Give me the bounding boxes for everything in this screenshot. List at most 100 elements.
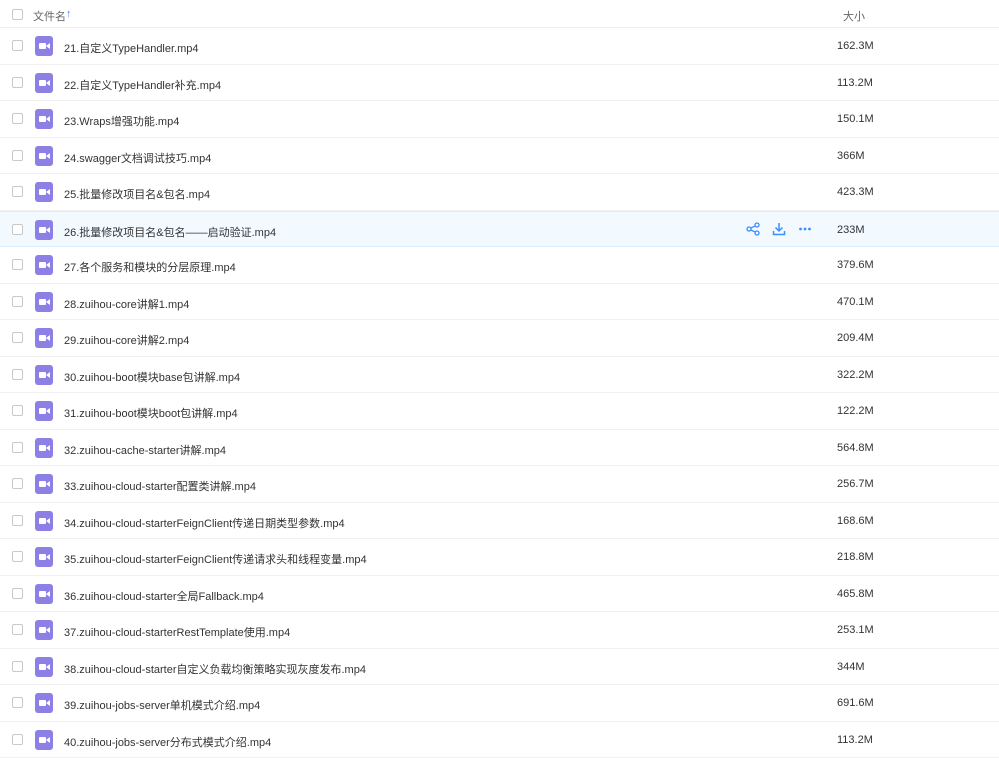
file-row[interactable]: 24.swagger文档调试技巧.mp4 366M bbox=[0, 138, 999, 175]
row-actions bbox=[746, 222, 812, 236]
file-size: 168.6M bbox=[837, 515, 874, 527]
file-name-link[interactable]: 33.zuihou-cloud-starter配置类讲解.mp4 bbox=[64, 478, 256, 494]
file-size: 322.2M bbox=[837, 369, 874, 381]
file-name-link[interactable]: 27.各个服务和模块的分层原理.mp4 bbox=[64, 259, 236, 275]
row-checkbox[interactable] bbox=[12, 405, 23, 416]
column-header-name[interactable]: 文件名 bbox=[33, 8, 66, 24]
file-name-link[interactable]: 34.zuihou-cloud-starterFeignClient传递日期类型… bbox=[64, 515, 345, 531]
row-checkbox[interactable] bbox=[12, 624, 23, 635]
row-checkbox[interactable] bbox=[12, 551, 23, 562]
file-name-link[interactable]: 23.Wraps增强功能.mp4 bbox=[64, 113, 179, 129]
file-size: 253.1M bbox=[837, 624, 874, 636]
file-size: 256.7M bbox=[837, 478, 874, 490]
video-file-icon bbox=[35, 146, 53, 166]
file-row[interactable]: 27.各个服务和模块的分层原理.mp4 379.6M bbox=[0, 247, 999, 284]
video-file-icon bbox=[35, 547, 53, 567]
file-list-header: 文件名 ↑ 大小 bbox=[0, 0, 999, 28]
file-size: 366M bbox=[837, 150, 865, 162]
file-row[interactable]: 40.zuihou-jobs-server分布式模式介绍.mp4 113.2M bbox=[0, 722, 999, 758]
file-size: 470.1M bbox=[837, 296, 874, 308]
row-checkbox[interactable] bbox=[12, 588, 23, 599]
video-file-icon bbox=[35, 182, 53, 202]
row-checkbox[interactable] bbox=[12, 661, 23, 672]
row-checkbox[interactable] bbox=[12, 150, 23, 161]
row-checkbox[interactable] bbox=[12, 515, 23, 526]
file-name-link[interactable]: 28.zuihou-core讲解1.mp4 bbox=[64, 296, 189, 312]
file-size: 218.8M bbox=[837, 551, 874, 563]
row-checkbox[interactable] bbox=[12, 296, 23, 307]
row-checkbox[interactable] bbox=[12, 77, 23, 88]
file-size: 691.6M bbox=[837, 697, 874, 709]
row-checkbox[interactable] bbox=[12, 442, 23, 453]
video-file-icon bbox=[35, 328, 53, 348]
file-size: 162.3M bbox=[837, 40, 874, 52]
file-row[interactable]: 31.zuihou-boot模块boot包讲解.mp4 122.2M bbox=[0, 393, 999, 430]
file-name-link[interactable]: 25.批量修改项目名&包名.mp4 bbox=[64, 186, 210, 202]
file-row[interactable]: 38.zuihou-cloud-starter自定义负载均衡策略实现灰度发布.m… bbox=[0, 649, 999, 686]
video-file-icon bbox=[35, 255, 53, 275]
file-row[interactable]: 32.zuihou-cache-starter讲解.mp4 564.8M bbox=[0, 430, 999, 467]
video-file-icon bbox=[35, 620, 53, 640]
video-file-icon bbox=[35, 730, 53, 750]
video-file-icon bbox=[35, 584, 53, 604]
file-size: 113.2M bbox=[837, 734, 873, 746]
file-row[interactable]: 35.zuihou-cloud-starterFeignClient传递请求头和… bbox=[0, 539, 999, 576]
file-name-link[interactable]: 38.zuihou-cloud-starter自定义负载均衡策略实现灰度发布.m… bbox=[64, 661, 366, 677]
video-file-icon bbox=[35, 693, 53, 713]
file-row[interactable]: 33.zuihou-cloud-starter配置类讲解.mp4 256.7M bbox=[0, 466, 999, 503]
file-size: 564.8M bbox=[837, 442, 874, 454]
sort-ascending-icon[interactable]: ↑ bbox=[66, 8, 72, 20]
file-size: 122.2M bbox=[837, 405, 874, 417]
file-name-link[interactable]: 22.自定义TypeHandler补充.mp4 bbox=[64, 77, 221, 93]
file-name-link[interactable]: 37.zuihou-cloud-starterRestTemplate使用.mp… bbox=[64, 624, 290, 640]
file-size: 465.8M bbox=[837, 588, 874, 600]
file-row[interactable]: 30.zuihou-boot模块base包讲解.mp4 322.2M bbox=[0, 357, 999, 394]
file-name-link[interactable]: 21.自定义TypeHandler.mp4 bbox=[64, 40, 199, 56]
video-file-icon bbox=[35, 73, 53, 93]
row-checkbox[interactable] bbox=[12, 369, 23, 380]
row-checkbox[interactable] bbox=[12, 478, 23, 489]
file-name-link[interactable]: 32.zuihou-cache-starter讲解.mp4 bbox=[64, 442, 226, 458]
file-size: 150.1M bbox=[837, 113, 874, 125]
file-size: 233M bbox=[837, 224, 865, 236]
row-checkbox[interactable] bbox=[12, 332, 23, 343]
file-size: 209.4M bbox=[837, 332, 874, 344]
file-row[interactable]: 25.批量修改项目名&包名.mp4 423.3M bbox=[0, 174, 999, 211]
video-file-icon bbox=[35, 220, 53, 240]
file-size: 423.3M bbox=[837, 186, 874, 198]
file-name-link[interactable]: 24.swagger文档调试技巧.mp4 bbox=[64, 150, 211, 166]
share-icon[interactable] bbox=[746, 222, 760, 236]
file-row[interactable]: 23.Wraps增强功能.mp4 150.1M bbox=[0, 101, 999, 138]
file-row[interactable]: 34.zuihou-cloud-starterFeignClient传递日期类型… bbox=[0, 503, 999, 540]
file-name-link[interactable]: 26.批量修改项目名&包名——启动验证.mp4 bbox=[64, 224, 276, 240]
more-icon[interactable] bbox=[798, 222, 812, 236]
download-icon[interactable] bbox=[772, 222, 786, 236]
file-name-link[interactable]: 36.zuihou-cloud-starter全局Fallback.mp4 bbox=[64, 588, 264, 604]
row-checkbox[interactable] bbox=[12, 259, 23, 270]
file-size: 379.6M bbox=[837, 259, 874, 271]
file-name-link[interactable]: 35.zuihou-cloud-starterFeignClient传递请求头和… bbox=[64, 551, 367, 567]
row-checkbox[interactable] bbox=[12, 186, 23, 197]
file-row[interactable]: 37.zuihou-cloud-starterRestTemplate使用.mp… bbox=[0, 612, 999, 649]
column-header-size[interactable]: 大小 bbox=[843, 8, 865, 24]
file-row[interactable]: 36.zuihou-cloud-starter全局Fallback.mp4 465… bbox=[0, 576, 999, 613]
row-checkbox[interactable] bbox=[12, 224, 23, 235]
row-checkbox[interactable] bbox=[12, 734, 23, 745]
video-file-icon bbox=[35, 36, 53, 56]
row-checkbox[interactable] bbox=[12, 113, 23, 124]
file-size: 113.2M bbox=[837, 77, 873, 89]
file-name-link[interactable]: 29.zuihou-core讲解2.mp4 bbox=[64, 332, 189, 348]
file-row[interactable]: 29.zuihou-core讲解2.mp4 209.4M bbox=[0, 320, 999, 357]
file-name-link[interactable]: 30.zuihou-boot模块base包讲解.mp4 bbox=[64, 369, 240, 385]
file-row[interactable]: 28.zuihou-core讲解1.mp4 470.1M bbox=[0, 284, 999, 321]
file-row[interactable]: 22.自定义TypeHandler补充.mp4 113.2M bbox=[0, 65, 999, 102]
file-row[interactable]: 39.zuihou-jobs-server单机模式介绍.mp4 691.6M bbox=[0, 685, 999, 722]
file-row[interactable]: 26.批量修改项目名&包名——启动验证.mp4 233M bbox=[0, 211, 999, 248]
file-name-link[interactable]: 39.zuihou-jobs-server单机模式介绍.mp4 bbox=[64, 697, 260, 713]
file-row[interactable]: 21.自定义TypeHandler.mp4 162.3M bbox=[0, 28, 999, 65]
select-all-checkbox[interactable] bbox=[12, 9, 23, 20]
file-name-link[interactable]: 31.zuihou-boot模块boot包讲解.mp4 bbox=[64, 405, 238, 421]
file-name-link[interactable]: 40.zuihou-jobs-server分布式模式介绍.mp4 bbox=[64, 734, 271, 750]
row-checkbox[interactable] bbox=[12, 40, 23, 51]
row-checkbox[interactable] bbox=[12, 697, 23, 708]
